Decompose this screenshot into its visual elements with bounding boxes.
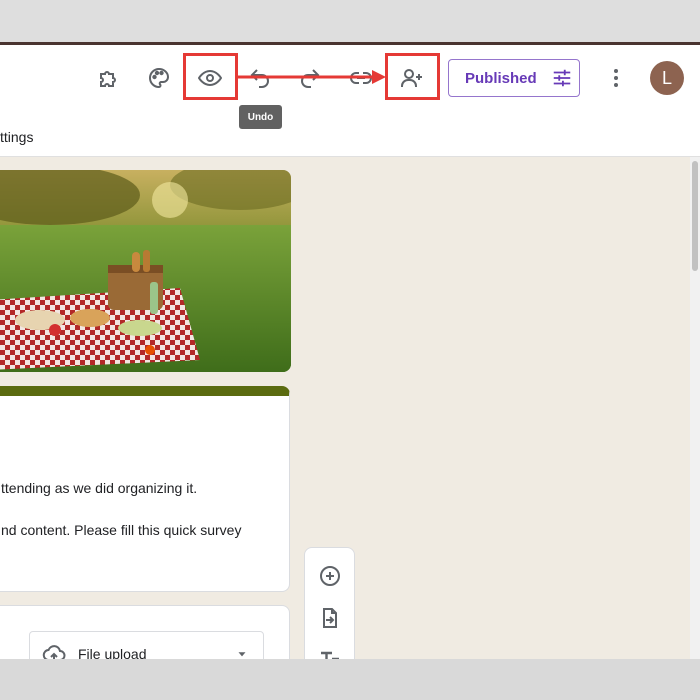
published-button[interactable]: Published: [448, 59, 580, 97]
avatar[interactable]: L: [650, 61, 684, 95]
import-questions-icon[interactable]: [312, 600, 348, 636]
form-description-card[interactable]: ttending as we did organizing it. nd con…: [0, 386, 290, 592]
add-question-icon[interactable]: [312, 558, 348, 594]
published-label: Published: [465, 69, 537, 87]
scrollbar[interactable]: [690, 157, 700, 659]
add-title-icon[interactable]: [312, 642, 348, 659]
palette-icon[interactable]: [141, 60, 177, 96]
floating-toolbar: [304, 547, 355, 659]
chevron-down-icon: [238, 652, 246, 657]
question-type-label: File upload: [78, 646, 147, 659]
more-options-icon[interactable]: [598, 60, 634, 96]
browser-bottom-bar: [0, 659, 700, 700]
tooltip: Undo: [239, 105, 282, 129]
annotation-arrow: [238, 70, 386, 84]
header-banner-image: [0, 170, 291, 372]
forms-editor: Published L ttings ttending as we did or…: [0, 45, 700, 659]
highlight-box-collaborator: [385, 53, 440, 100]
addons-icon[interactable]: [91, 60, 127, 96]
highlight-box-preview: [183, 53, 238, 100]
editor-header: Published L ttings: [0, 45, 700, 157]
description-line: nd content. Please fill this quick surve…: [1, 522, 242, 538]
question-type-select[interactable]: File upload: [29, 631, 264, 659]
scroll-thumb[interactable]: [692, 161, 698, 271]
sliders-icon: [553, 69, 570, 87]
tab-settings[interactable]: ttings: [0, 129, 33, 145]
description-line: ttending as we did organizing it.: [1, 480, 198, 496]
cloud-upload-icon: [42, 645, 66, 659]
browser-top-bar: [0, 0, 700, 42]
